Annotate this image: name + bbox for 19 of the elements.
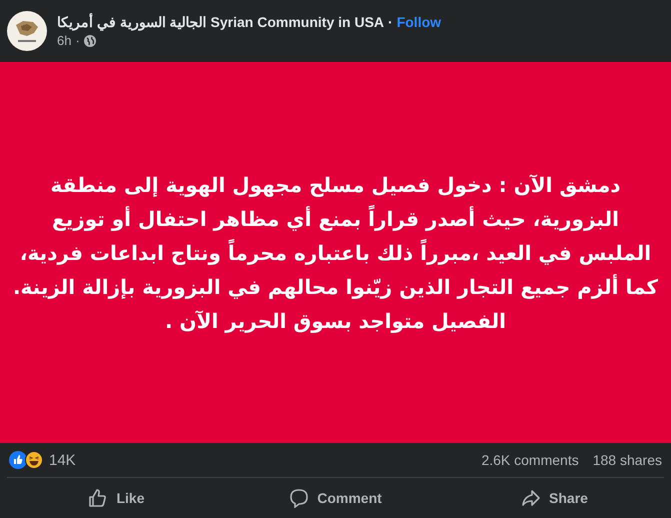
- separator: ·: [75, 33, 80, 48]
- post-text: دمشق الآن : دخول فصيل مسلح مجهول الهوية إلى منطقة البزورية، حيث أصدر قراراً بمنع أي مظاهر احتفال أو توزيع الملبس في العيد ،مبرراً ذلك باعتباره محرماً ونتاج ابداعات فردية، كما ألزم جميع التجار الذين زيّنوا محالهم في البزورية بإزالة الزينة. الفصيل متواجد بسوق الحرير الآن .: [12, 172, 658, 335]
- speech-bubble-icon: [289, 488, 310, 508]
- globe-icon: [84, 34, 96, 46]
- reaction-count[interactable]: 14K: [49, 452, 76, 468]
- comment-count[interactable]: 2.6K comments: [481, 452, 579, 468]
- page-avatar[interactable]: [7, 11, 47, 51]
- comment-button[interactable]: Comment: [226, 481, 445, 515]
- like-button[interactable]: Like: [7, 481, 226, 515]
- thumbs-up-icon: [88, 488, 108, 508]
- post-time[interactable]: 6h: [57, 33, 72, 48]
- share-count[interactable]: 188 shares: [592, 452, 662, 468]
- follow-link[interactable]: Follow: [396, 14, 442, 30]
- share-button[interactable]: Share: [445, 481, 664, 515]
- page-name[interactable]: الجالية السورية في أمريكا Syrian Community in USA: [57, 14, 384, 30]
- thumbs-up-icon[interactable]: [9, 451, 27, 469]
- share-arrow-icon: [521, 488, 542, 508]
- separator: ·: [388, 14, 393, 30]
- laughing-face-icon[interactable]: [25, 451, 43, 469]
